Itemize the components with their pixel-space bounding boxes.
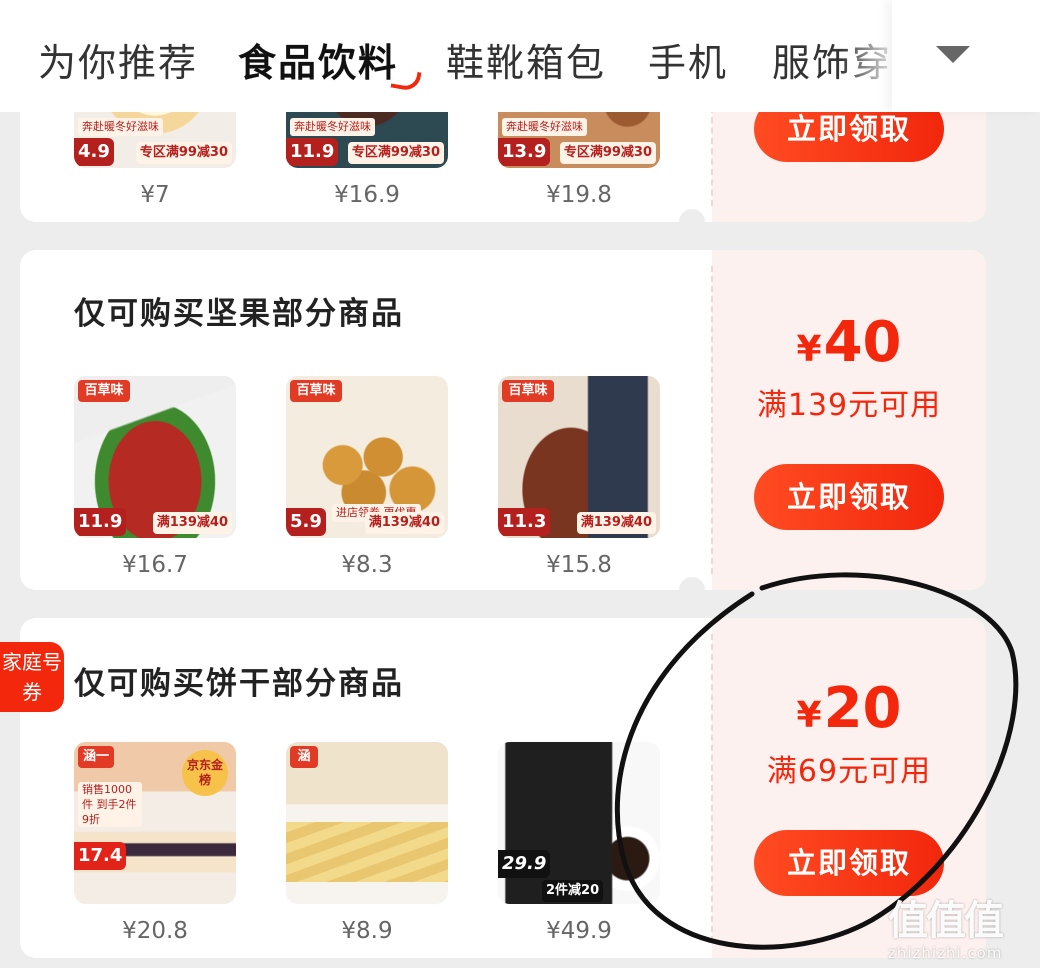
expand-categories-button[interactable] [892, 0, 1040, 112]
tab-food-drink[interactable]: 食品饮料 [238, 32, 398, 87]
coupon-amount: ¥20 [796, 676, 902, 741]
watermark-logo: 值值值 zhizhizhi.com [888, 898, 1004, 962]
tab-shoes-bags[interactable]: 鞋靴箱包 [446, 32, 606, 87]
product-image: 涵 [286, 742, 448, 904]
product-image: 涵一 销售1000件 到手2件9折 京东金榜 17.4 [74, 742, 236, 904]
product-price: ¥7 [140, 182, 170, 208]
chevron-down-icon [936, 46, 970, 63]
product-price: ¥8.9 [341, 918, 393, 944]
product-price: ¥19.8 [546, 182, 612, 208]
claim-coupon-button[interactable]: 立即领取 [754, 830, 944, 896]
product-price: ¥15.8 [546, 552, 612, 578]
family-coupon-badge: 家庭号券 [0, 642, 64, 712]
claim-coupon-button[interactable]: 立即领取 [754, 464, 944, 530]
product-item[interactable]: 涵一 销售1000件 到手2件9折 京东金榜 17.4 ¥20.8 [74, 742, 236, 944]
product-item[interactable]: 百草味 11.3 满139减40 ¥15.8 [498, 376, 660, 578]
product-image: 百草味 11.3 满139减40 [498, 376, 660, 538]
product-item[interactable]: 百草味 进店领券 更优惠 5.9 满139减40 ¥8.3 [286, 376, 448, 578]
active-tab-indicator [390, 67, 422, 93]
coupon-card: 仅可购买饼干部分商品 涵一 销售1000件 到手2件9折 京东金榜 17.4 ¥… [20, 618, 986, 958]
product-image: 百草味 11.9 满139减40 [74, 376, 236, 538]
coupon-scope-title: 仅可购买饼干部分商品 [74, 666, 404, 702]
tab-recommend[interactable]: 为你推荐 [38, 32, 198, 87]
coupon-value-panel: ¥40 满139元可用 立即领取 [711, 250, 986, 590]
product-item[interactable]: 百草味 11.9 满139减40 ¥16.7 [74, 376, 236, 578]
product-item[interactable]: 涵 ¥8.9 [286, 742, 448, 944]
product-item[interactable]: 29.9 2件减20 ¥49.9 [498, 742, 660, 944]
product-image: 29.9 2件减20 [498, 742, 660, 904]
coupon-scope-title: 仅可购买坚果部分商品 [74, 296, 404, 332]
product-price: ¥16.9 [334, 182, 400, 208]
coupon-condition: 满69元可用 [766, 754, 932, 789]
product-image: 百草味 进店领券 更优惠 5.9 满139减40 [286, 376, 448, 538]
coupon-condition: 满139元可用 [756, 388, 942, 423]
tab-phones[interactable]: 手机 [648, 32, 728, 87]
category-tab-bar: 为你推荐 食品饮料 鞋靴箱包 手机 服饰穿 [0, 0, 1040, 112]
product-price: ¥8.3 [341, 552, 393, 578]
coupon-card: 仅可购买坚果部分商品 百草味 11.9 满139减40 ¥16.7 百草味 进店… [20, 250, 986, 590]
product-price: ¥16.7 [122, 552, 188, 578]
coupon-amount: ¥40 [796, 310, 902, 375]
product-price: ¥49.9 [546, 918, 612, 944]
product-price: ¥20.8 [122, 918, 188, 944]
